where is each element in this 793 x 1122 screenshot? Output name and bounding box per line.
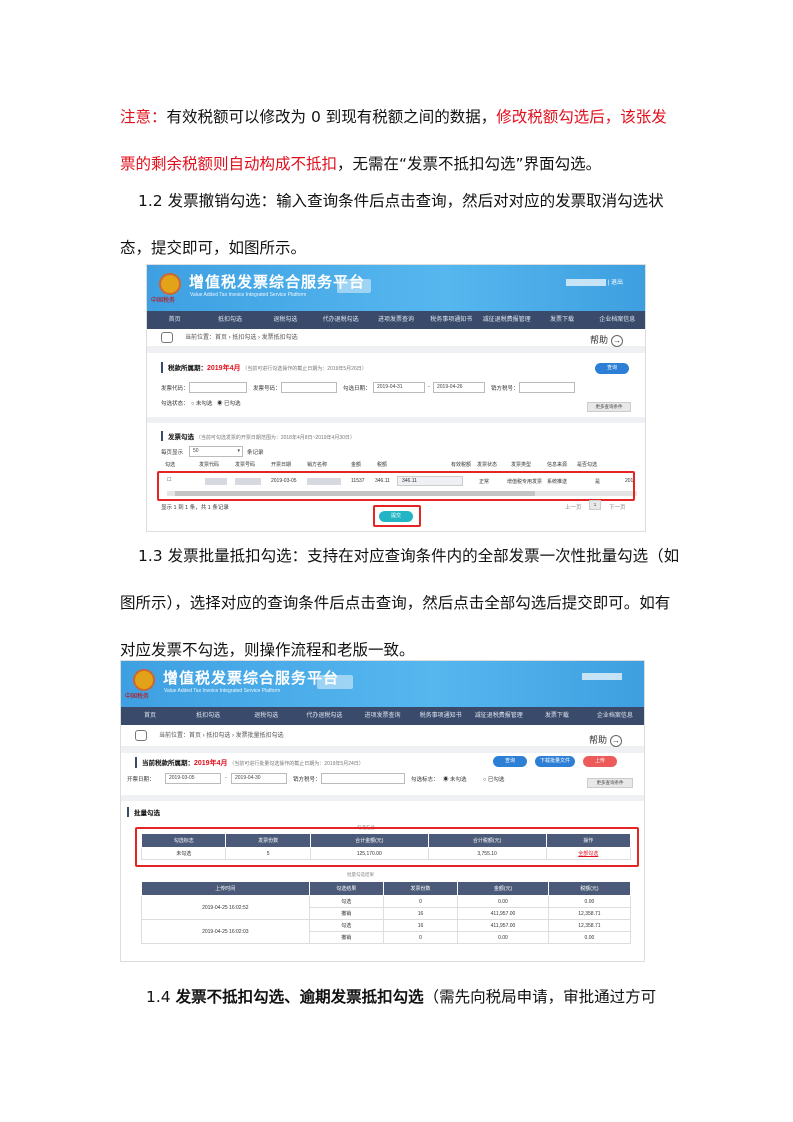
nav-report[interactable]: 减征退税费报管理 xyxy=(479,311,534,329)
upload-button[interactable]: 上传 xyxy=(583,756,617,767)
emblem-icon xyxy=(159,273,181,295)
page-size-unit: 条记录 xyxy=(247,450,264,456)
main-nav-2: 首页 抵扣勾选 退税勾选 代办退税勾选 进项发票查询 税务事项通知书 减征退税费… xyxy=(121,707,644,725)
download-batch-button[interactable]: 下载批量文件 xyxy=(535,756,575,767)
status-label: 勾选状态： xyxy=(161,401,189,407)
note-tail: ，无需在“发票不抵扣勾选”界面勾选。 xyxy=(337,155,602,173)
radio-selected[interactable]: ◉ 已勾选 xyxy=(217,399,241,407)
note-label: 注意： xyxy=(120,108,167,126)
screenshot-cancel-selection: 中国税务 增值税发票综合服务平台 Value Added Tax Invoice… xyxy=(146,264,646,532)
submit-highlight-box xyxy=(373,505,421,527)
portal-banner: 中国税务 增值税发票综合服务平台 Value Added Tax Invoice… xyxy=(147,265,645,311)
redacted-company xyxy=(337,279,371,293)
date-to-input[interactable]: 2019-04-26 xyxy=(433,382,485,393)
seller-tax-label: 销方税号： xyxy=(293,777,321,783)
query-button[interactable]: 查询 xyxy=(595,363,629,374)
nav-agent-refund[interactable]: 代办退税勾选 xyxy=(313,311,368,329)
chevron-down-icon: ▾ xyxy=(237,448,240,454)
prev-page-button[interactable]: 上一页 xyxy=(565,503,582,511)
nav-invoice-query[interactable]: 进项发票查询 xyxy=(353,707,411,725)
nav-refund[interactable]: 退税勾选 xyxy=(237,707,295,725)
portal-title: 增值税发票综合服务平台 xyxy=(163,670,340,687)
portal-subtitle: Value Added Tax Invoice Integrated Servi… xyxy=(164,688,281,694)
nav-report[interactable]: 减征退税费报管理 xyxy=(470,707,528,725)
note-text: 有效税额可以修改为 0 到现有税额之间的数据， xyxy=(166,108,497,126)
home-icon xyxy=(161,332,173,343)
date-from-input[interactable]: 2019-04-31 xyxy=(373,382,425,393)
emblem-icon xyxy=(133,669,155,691)
nav-notice[interactable]: 税务事项通知书 xyxy=(424,311,479,329)
radio-selected[interactable]: ○ 已勾选 xyxy=(483,775,504,783)
pagination-info: 显示 1 到 1 条，共 1 条记录 xyxy=(161,505,229,511)
arrow-right-icon: → xyxy=(611,335,623,347)
user-info[interactable]: | 退出 xyxy=(566,277,623,286)
invoice-table-header: 勾选 发票代码 发票号码 开票日期 销方名称 金额 税额 有效税额 发票状态 发… xyxy=(165,462,598,468)
nav-deduct[interactable]: 抵扣勾选 xyxy=(179,707,237,725)
period-header: 税款所属期：2019年4月 （当前可进行勾选操作的截止日期为：2019年5月26… xyxy=(161,362,367,373)
date-to-input[interactable]: 2019-04-30 xyxy=(231,773,287,784)
nav-download[interactable]: 发票下载 xyxy=(534,311,589,329)
invoice-code-input[interactable] xyxy=(189,382,247,393)
invoice-number-label: 发票号码： xyxy=(253,386,281,392)
page-size-select[interactable]: 50 ▾ xyxy=(189,446,243,457)
nav-refund[interactable]: 退税勾选 xyxy=(258,311,313,329)
nav-download[interactable]: 发票下载 xyxy=(528,707,586,725)
batch-result-table: 上传时间 勾选结果 发票份数 金额(元) 税额(元) 2019-04-25 16… xyxy=(141,881,632,944)
date-from-input[interactable]: 2019-03-05 xyxy=(165,773,221,784)
section-1-4-paragraph: 1.4 发票不抵扣勾选、逾期发票抵扣勾选（需先向税局申请，审批通过方可 xyxy=(146,988,657,1006)
period-header: 当前税款所属期：2019年4月 （当前可进行批量勾选操作的截止日期为：2019年… xyxy=(135,757,364,768)
home-icon xyxy=(135,730,147,741)
arrow-right-icon: → xyxy=(610,735,622,747)
seller-tax-input[interactable] xyxy=(321,773,405,784)
nav-notice[interactable]: 税务事项通知书 xyxy=(412,707,470,725)
page-size-control: 每页显示 xyxy=(161,450,184,456)
batch-header: 批量勾选 xyxy=(127,807,160,817)
nav-home[interactable]: 首页 xyxy=(121,707,179,725)
invoice-code-label: 发票代码： xyxy=(161,386,189,392)
breadcrumb: 当前位置：首页 › 抵扣勾选 › 发票批量抵扣勾选 帮助 → xyxy=(121,725,644,747)
more-conditions-button[interactable]: 更多查询条件 xyxy=(587,402,631,412)
table-row: 2019-04-25 16:02:03 勾选 16 411,957.00 12,… xyxy=(141,919,632,944)
portal-banner-2: 中国税务 增值税发票综合服务平台 Value Added Tax Invoice… xyxy=(121,661,644,707)
redacted-company xyxy=(317,675,353,689)
nav-deduct[interactable]: 抵扣勾选 xyxy=(202,311,257,329)
section-1-3-paragraph: 1.3 发票批量抵扣勾选：支持在对应查询条件内的全部发票一次性批量勾选（如图所示… xyxy=(120,547,680,659)
radio-unselected[interactable]: ○ 未勾选 xyxy=(191,399,212,407)
table-row: 2019-04-25 16:02:52 勾选 0 0.00 0.00 xyxy=(141,895,632,920)
breadcrumb: 当前位置：首页 › 抵扣勾选 › 发票抵扣勾选 帮助 → xyxy=(147,329,645,347)
seller-tax-label: 销方税号： xyxy=(491,386,519,392)
nav-profile[interactable]: 企业档案信息 xyxy=(586,707,644,725)
seller-tax-input[interactable] xyxy=(519,382,575,393)
next-page-button[interactable]: 下一页 xyxy=(609,503,626,511)
page-1-button[interactable]: 1 xyxy=(589,500,601,510)
more-conditions-button[interactable]: 更多查询条件 xyxy=(587,778,633,788)
invoice-number-input[interactable] xyxy=(281,382,337,393)
flag-label: 勾选标志： xyxy=(411,777,439,783)
select-date-label: 勾选日期： xyxy=(343,386,371,392)
query-button[interactable]: 查询 xyxy=(493,756,527,767)
note-paragraph: 注意：有效税额可以修改为 0 到现有税额之间的数据，修改税额勾选后，该张发票的剩… xyxy=(120,94,680,188)
result-caption: 批量勾选结果 xyxy=(347,872,374,877)
radio-unselected[interactable]: ◉ 未勾选 xyxy=(443,775,467,783)
highlight-box xyxy=(135,827,639,867)
invoice-date-label: 开票日期： xyxy=(127,777,155,783)
screenshot-batch-selection: 中国税务 增值税发票综合服务平台 Value Added Tax Invoice… xyxy=(120,660,645,962)
nav-home[interactable]: 首页 xyxy=(147,311,202,329)
logo-text: 中国税务 xyxy=(125,694,150,700)
highlight-box xyxy=(157,471,635,501)
nav-profile[interactable]: 企业档案信息 xyxy=(590,311,645,329)
invoice-list-header: 发票勾选 （当前可勾选发票的开票日期范围为：2018年4月8日~2019年4月3… xyxy=(161,431,355,441)
nav-agent-refund[interactable]: 代办退税勾选 xyxy=(295,707,353,725)
main-nav: 首页 抵扣勾选 退税勾选 代办退税勾选 进项发票查询 税务事项通知书 减征退税费… xyxy=(147,311,645,329)
logo-text: 中国税务 xyxy=(151,298,176,304)
nav-invoice-query[interactable]: 进项发票查询 xyxy=(368,311,423,329)
user-info[interactable] xyxy=(582,673,622,680)
portal-subtitle: Value Added Tax Invoice Integrated Servi… xyxy=(190,292,307,298)
section-1-2-paragraph: 1.2 发票撤销勾选：输入查询条件后点击查询，然后对对应的发票取消勾选状态，提交… xyxy=(120,192,664,257)
